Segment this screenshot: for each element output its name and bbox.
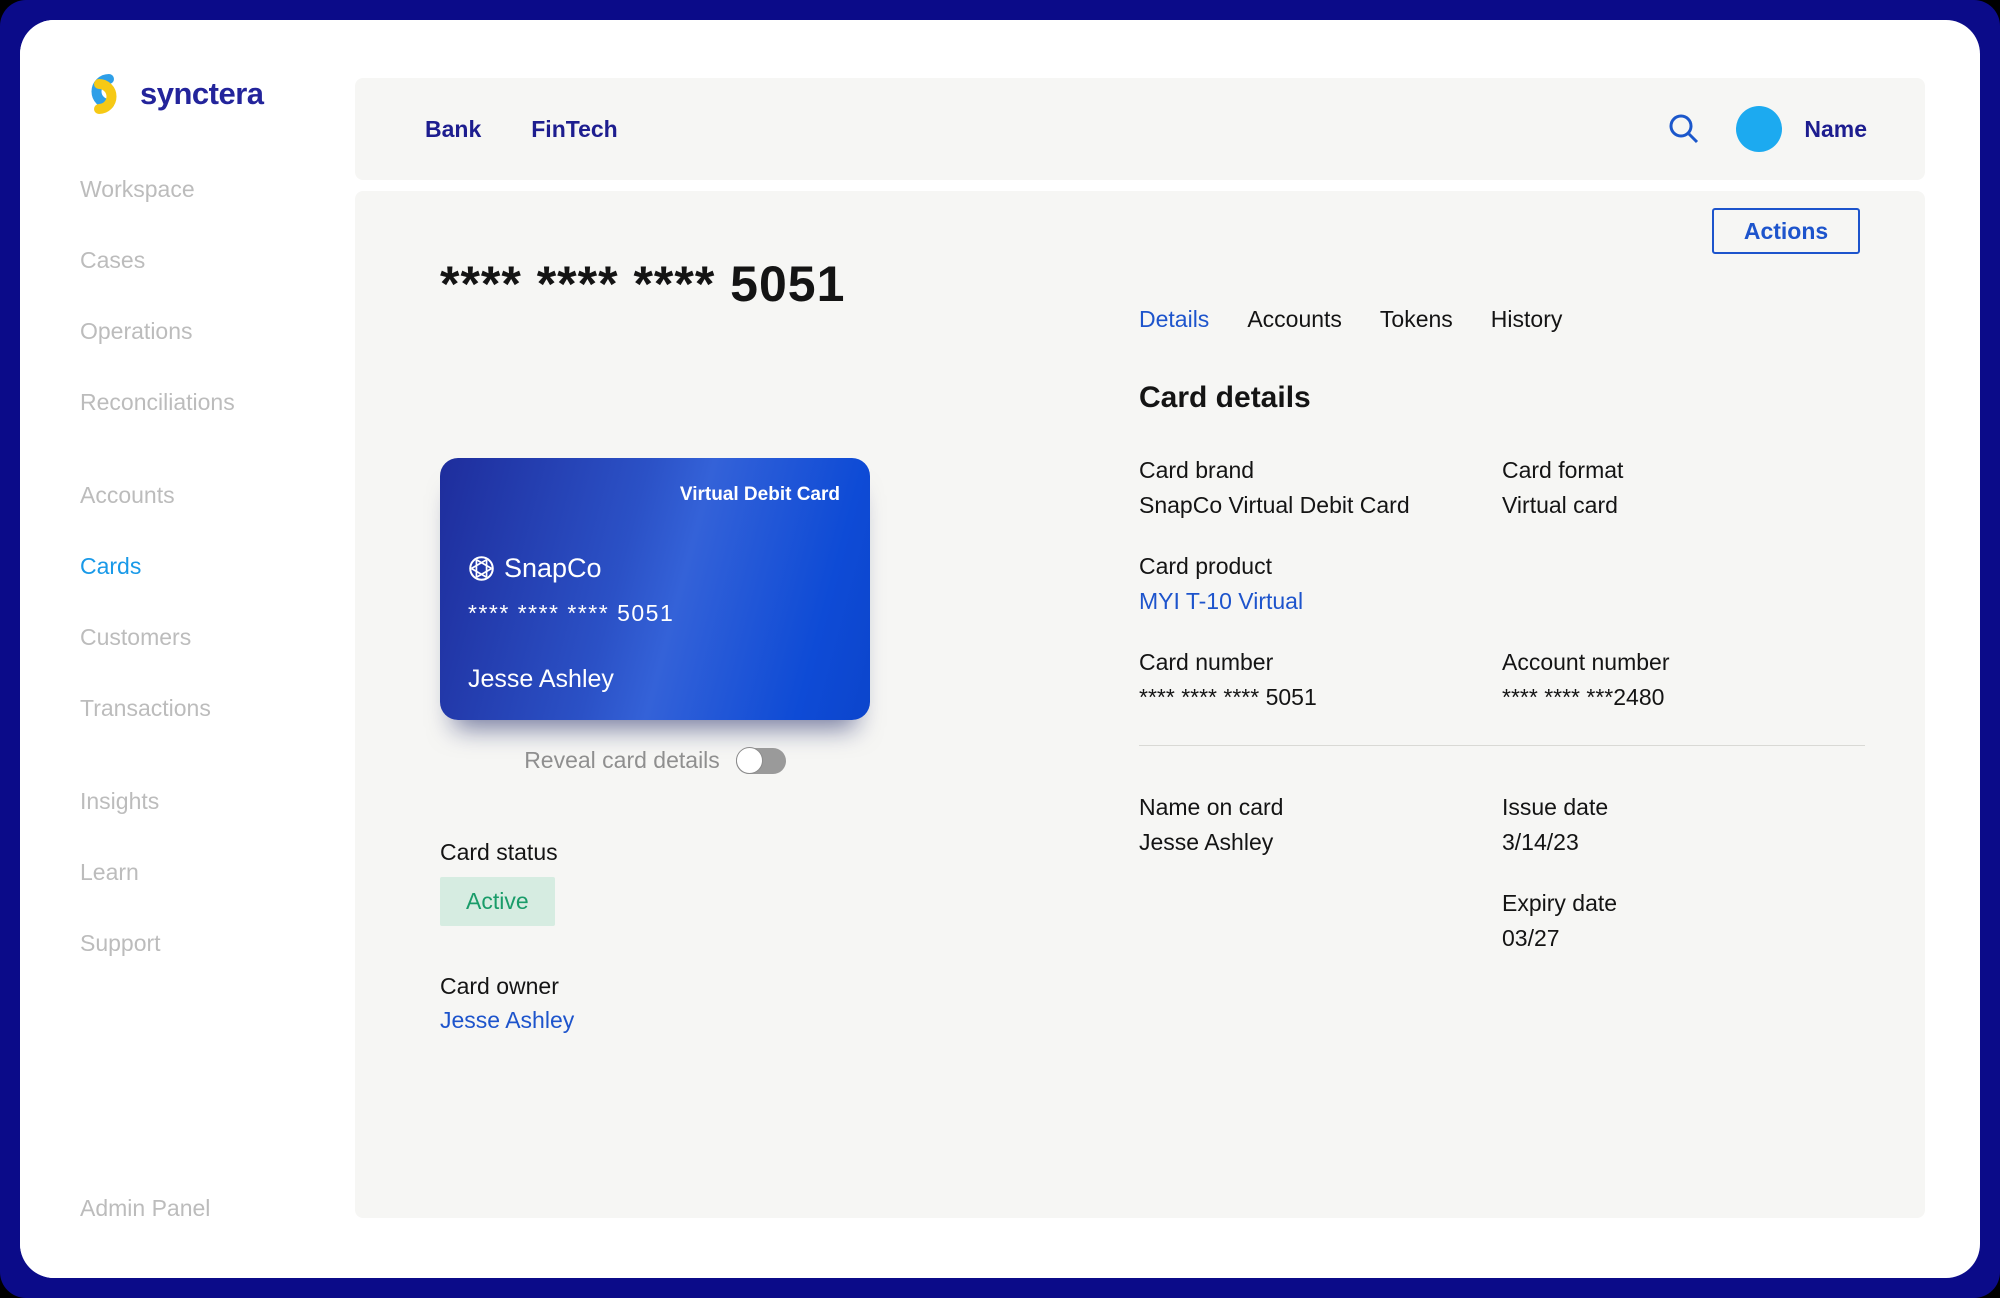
- topbar-right: Name: [1664, 106, 1867, 152]
- field-card-brand-value: SnapCo Virtual Debit Card: [1139, 492, 1410, 518]
- field-name-on-card: Name on card Jesse Ashley: [1139, 794, 1502, 856]
- sidebar-item-operations[interactable]: Operations: [80, 318, 235, 345]
- field-issue-date-value: 3/14/23: [1502, 829, 1579, 855]
- card-owner-label: Card owner: [440, 973, 559, 999]
- field-card-product: Card product MYI T-10 Virtual: [1139, 553, 1502, 615]
- sidebar-item-cards[interactable]: Cards: [80, 553, 235, 580]
- field-account-number-value: **** **** ***2480: [1502, 684, 1665, 710]
- actions-button[interactable]: Actions: [1712, 208, 1860, 254]
- snapco-aperture-icon: [469, 556, 494, 581]
- topbar: Bank FinTech Name: [355, 78, 1925, 180]
- card-details-fields: Card brand SnapCo Virtual Debit Card Car…: [1139, 457, 1865, 952]
- field-card-number: Card number **** **** **** 5051: [1139, 649, 1502, 711]
- sidebar-item-admin-panel[interactable]: Admin Panel: [80, 1195, 210, 1222]
- tab-tokens[interactable]: Tokens: [1380, 306, 1453, 333]
- avatar[interactable]: [1736, 106, 1783, 152]
- sidebar-item-workspace[interactable]: Workspace: [80, 176, 235, 203]
- field-card-format: Card format Virtual card: [1502, 457, 1865, 519]
- card-holder-name: Jesse Ashley: [468, 665, 614, 693]
- topbar-tab-fintech[interactable]: FinTech: [531, 116, 617, 143]
- sidebar-item-insights[interactable]: Insights: [80, 788, 235, 815]
- sidebar-item-support[interactable]: Support: [80, 930, 235, 957]
- user-name: Name: [1804, 115, 1867, 142]
- sidebar-nav: Workspace Cases Operations Reconciliatio…: [80, 176, 235, 1001]
- sidebar-item-accounts[interactable]: Accounts: [80, 482, 235, 509]
- sidebar-item-reconciliations[interactable]: Reconciliations: [80, 389, 235, 416]
- synctera-logo: synctera: [78, 72, 264, 116]
- toggle-knob: [735, 746, 763, 774]
- page-title-masked-card-number: **** **** **** 5051: [440, 256, 846, 312]
- topbar-tab-bank[interactable]: Bank: [425, 116, 481, 143]
- sidebar-item-customers[interactable]: Customers: [80, 624, 235, 651]
- tab-accounts[interactable]: Accounts: [1247, 306, 1342, 333]
- card-details-section: Details Accounts Tokens History Card det…: [1139, 306, 1865, 986]
- field-expiry-date: Expiry date 03/27: [1502, 890, 1865, 952]
- card-brand-row: SnapCo: [468, 553, 602, 584]
- virtual-card: Virtual Debit Card SnapCo **** **** ****…: [440, 458, 870, 720]
- card-owner-link[interactable]: Jesse Ashley: [440, 1007, 574, 1034]
- sidebar-item-transactions[interactable]: Transactions: [80, 695, 235, 722]
- card-details-heading: Card details: [1139, 381, 1311, 414]
- field-card-brand: Card brand SnapCo Virtual Debit Card: [1139, 457, 1502, 519]
- reveal-card-details-row: Reveal card details: [440, 746, 870, 774]
- user-menu[interactable]: Name: [1736, 106, 1867, 152]
- card-type-label: Virtual Debit Card: [679, 484, 840, 505]
- field-card-number-value: **** **** **** 5051: [1139, 684, 1317, 710]
- status-badge: Active: [440, 877, 555, 926]
- sidebar: synctera Workspace Cases Operations Reco…: [20, 20, 355, 1278]
- content-panel: Actions **** **** **** 5051 Virtual Debi…: [355, 191, 1925, 1218]
- field-account-number: Account number **** **** ***2480: [1502, 649, 1865, 711]
- synctera-logo-icon: [91, 74, 117, 114]
- reveal-card-details-toggle[interactable]: [735, 746, 786, 774]
- field-expiry-date-value: 03/27: [1502, 925, 1560, 951]
- reveal-card-details-label: Reveal card details: [524, 747, 720, 773]
- details-divider: [1139, 745, 1865, 746]
- brand-name: synctera: [140, 76, 264, 111]
- tab-history[interactable]: History: [1491, 306, 1563, 333]
- search-icon[interactable]: [1664, 109, 1704, 149]
- field-card-format-value: Virtual card: [1502, 492, 1618, 518]
- card-masked-number: **** **** **** 5051: [468, 600, 675, 626]
- app-frame: synctera Workspace Cases Operations Reco…: [0, 0, 2000, 1298]
- card-status-label: Card status: [440, 839, 558, 865]
- details-tabs: Details Accounts Tokens History: [1139, 306, 1865, 333]
- tab-details[interactable]: Details: [1139, 306, 1209, 333]
- topbar-nav: Bank FinTech: [425, 116, 618, 143]
- sidebar-item-learn[interactable]: Learn: [80, 859, 235, 886]
- sidebar-item-cases[interactable]: Cases: [80, 247, 235, 274]
- field-issue-date: Issue date 3/14/23: [1502, 794, 1865, 856]
- card-brand-name: SnapCo: [504, 553, 602, 583]
- app-page: synctera Workspace Cases Operations Reco…: [20, 20, 1980, 1278]
- field-name-on-card-value: Jesse Ashley: [1139, 829, 1274, 855]
- field-card-product-link[interactable]: MYI T-10 Virtual: [1139, 588, 1502, 615]
